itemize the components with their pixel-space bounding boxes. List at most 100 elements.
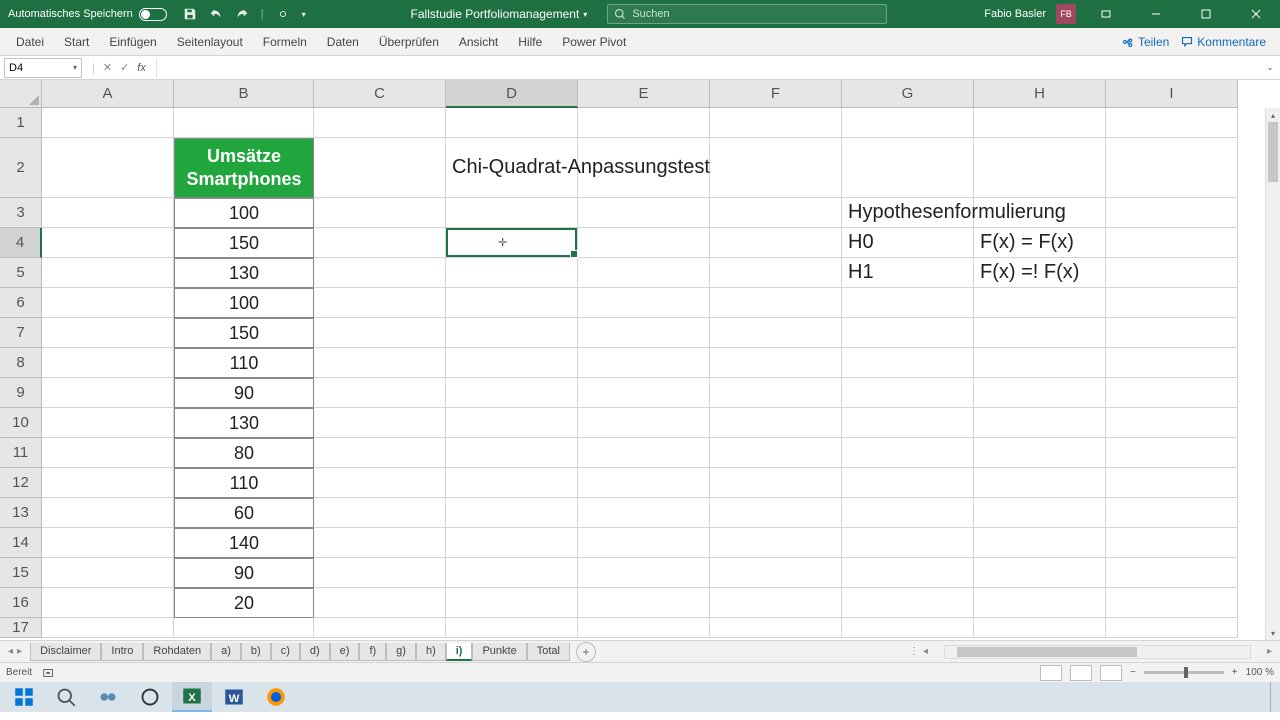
row-header-7[interactable]: 7 [0, 318, 42, 348]
cell-F10[interactable] [710, 408, 842, 438]
cell-C4[interactable] [314, 228, 446, 258]
cell-B14[interactable]: 140 [174, 528, 314, 558]
cell-G17[interactable] [842, 618, 974, 638]
add-sheet-button[interactable]: + [576, 642, 596, 662]
user-avatar[interactable]: FB [1056, 4, 1076, 24]
cell-D12[interactable] [446, 468, 578, 498]
row-header-17[interactable]: 17 [0, 618, 42, 638]
search-box[interactable]: Suchen [607, 4, 887, 24]
row-header-15[interactable]: 15 [0, 558, 42, 588]
cell-H4[interactable]: F(x) = F(x) [974, 228, 1106, 258]
cell-F11[interactable] [710, 438, 842, 468]
cell-F3[interactable] [710, 198, 842, 228]
cell-I5[interactable] [1106, 258, 1238, 288]
cell-G16[interactable] [842, 588, 974, 618]
cell-F5[interactable] [710, 258, 842, 288]
excel-taskbar-button[interactable]: X [172, 682, 212, 712]
cell-A15[interactable] [42, 558, 174, 588]
cell-I6[interactable] [1106, 288, 1238, 318]
cell-E16[interactable] [578, 588, 710, 618]
cancel-formula-icon[interactable]: ✕ [103, 61, 112, 74]
save-icon[interactable] [183, 7, 197, 21]
hscroll-right[interactable]: ▸ [1259, 646, 1280, 657]
cell-F4[interactable] [710, 228, 842, 258]
cell-D7[interactable] [446, 318, 578, 348]
cell-C15[interactable] [314, 558, 446, 588]
cell-C11[interactable] [314, 438, 446, 468]
cell-H7[interactable] [974, 318, 1106, 348]
hscroll-left[interactable]: ⋮◂ [901, 646, 936, 657]
row-header-1[interactable]: 1 [0, 108, 42, 138]
ribbon-tab-start[interactable]: Start [54, 35, 99, 49]
cell-G12[interactable] [842, 468, 974, 498]
sheet-tab-c[interactable]: c) [271, 643, 300, 661]
row-header-2[interactable]: 2 [0, 138, 42, 198]
cell-H9[interactable] [974, 378, 1106, 408]
cell-I2[interactable] [1106, 138, 1238, 198]
sheet-tab-punkte[interactable]: Punkte [472, 643, 526, 661]
cell-H15[interactable] [974, 558, 1106, 588]
cell-I1[interactable] [1106, 108, 1238, 138]
cell-G11[interactable] [842, 438, 974, 468]
cell-A8[interactable] [42, 348, 174, 378]
user-name[interactable]: Fabio Basler [984, 8, 1046, 20]
sheet-tab-rohdaten[interactable]: Rohdaten [143, 643, 211, 661]
cell-E6[interactable] [578, 288, 710, 318]
cell-H2[interactable] [974, 138, 1106, 198]
cell-D4[interactable] [446, 228, 578, 258]
cell-A2[interactable] [42, 138, 174, 198]
ribbon-tab-überprüfen[interactable]: Überprüfen [369, 35, 449, 49]
row-header-12[interactable]: 12 [0, 468, 42, 498]
column-header-I[interactable]: I [1106, 80, 1238, 108]
column-header-D[interactable]: D [446, 80, 578, 108]
cell-B6[interactable]: 100 [174, 288, 314, 318]
document-name[interactable]: Fallstudie Portfoliomanagement ▾ [411, 7, 588, 21]
cell-B13[interactable]: 60 [174, 498, 314, 528]
touch-mode-icon[interactable] [276, 7, 290, 21]
sheet-tab-f[interactable]: f) [359, 643, 386, 661]
cell-A16[interactable] [42, 588, 174, 618]
expand-formula-icon[interactable]: ⌄ [1260, 62, 1280, 73]
row-header-16[interactable]: 16 [0, 588, 42, 618]
cell-E5[interactable] [578, 258, 710, 288]
scroll-up-icon[interactable]: ▴ [1266, 108, 1280, 122]
sheet-tab-disclaimer[interactable]: Disclaimer [30, 643, 101, 661]
cell-C17[interactable] [314, 618, 446, 638]
cell-H11[interactable] [974, 438, 1106, 468]
scroll-down-icon[interactable]: ▾ [1266, 626, 1280, 640]
cell-G7[interactable] [842, 318, 974, 348]
cell-F8[interactable] [710, 348, 842, 378]
cell-C1[interactable] [314, 108, 446, 138]
cell-D17[interactable] [446, 618, 578, 638]
cell-D2[interactable]: Chi-Quadrat-Anpassungstest [446, 138, 846, 198]
cell-E8[interactable] [578, 348, 710, 378]
ribbon-tab-daten[interactable]: Daten [317, 35, 369, 49]
vertical-scrollbar[interactable]: ▴ ▾ [1265, 108, 1280, 640]
cell-C5[interactable] [314, 258, 446, 288]
cell-D8[interactable] [446, 348, 578, 378]
ribbon-tab-datei[interactable]: Datei [6, 35, 54, 49]
cell-C2[interactable] [314, 138, 446, 198]
cell-B17[interactable] [174, 618, 314, 638]
minimize-button[interactable] [1136, 0, 1176, 28]
cell-A1[interactable] [42, 108, 174, 138]
row-header-6[interactable]: 6 [0, 288, 42, 318]
cell-B8[interactable]: 110 [174, 348, 314, 378]
cell-B16[interactable]: 20 [174, 588, 314, 618]
cell-B11[interactable]: 80 [174, 438, 314, 468]
cell-I10[interactable] [1106, 408, 1238, 438]
cell-D6[interactable] [446, 288, 578, 318]
cell-I16[interactable] [1106, 588, 1238, 618]
cell-F16[interactable] [710, 588, 842, 618]
sheet-tab-total[interactable]: Total [527, 643, 570, 661]
sheet-tab-b[interactable]: b) [241, 643, 271, 661]
cell-A10[interactable] [42, 408, 174, 438]
scroll-thumb[interactable] [1268, 122, 1278, 182]
sheet-tab-a[interactable]: a) [211, 643, 241, 661]
cell-H10[interactable] [974, 408, 1106, 438]
cell-D9[interactable] [446, 378, 578, 408]
firefox-taskbar-button[interactable] [256, 682, 296, 712]
cell-B4[interactable]: 150 [174, 228, 314, 258]
cell-G15[interactable] [842, 558, 974, 588]
show-desktop-button[interactable] [1270, 682, 1276, 712]
